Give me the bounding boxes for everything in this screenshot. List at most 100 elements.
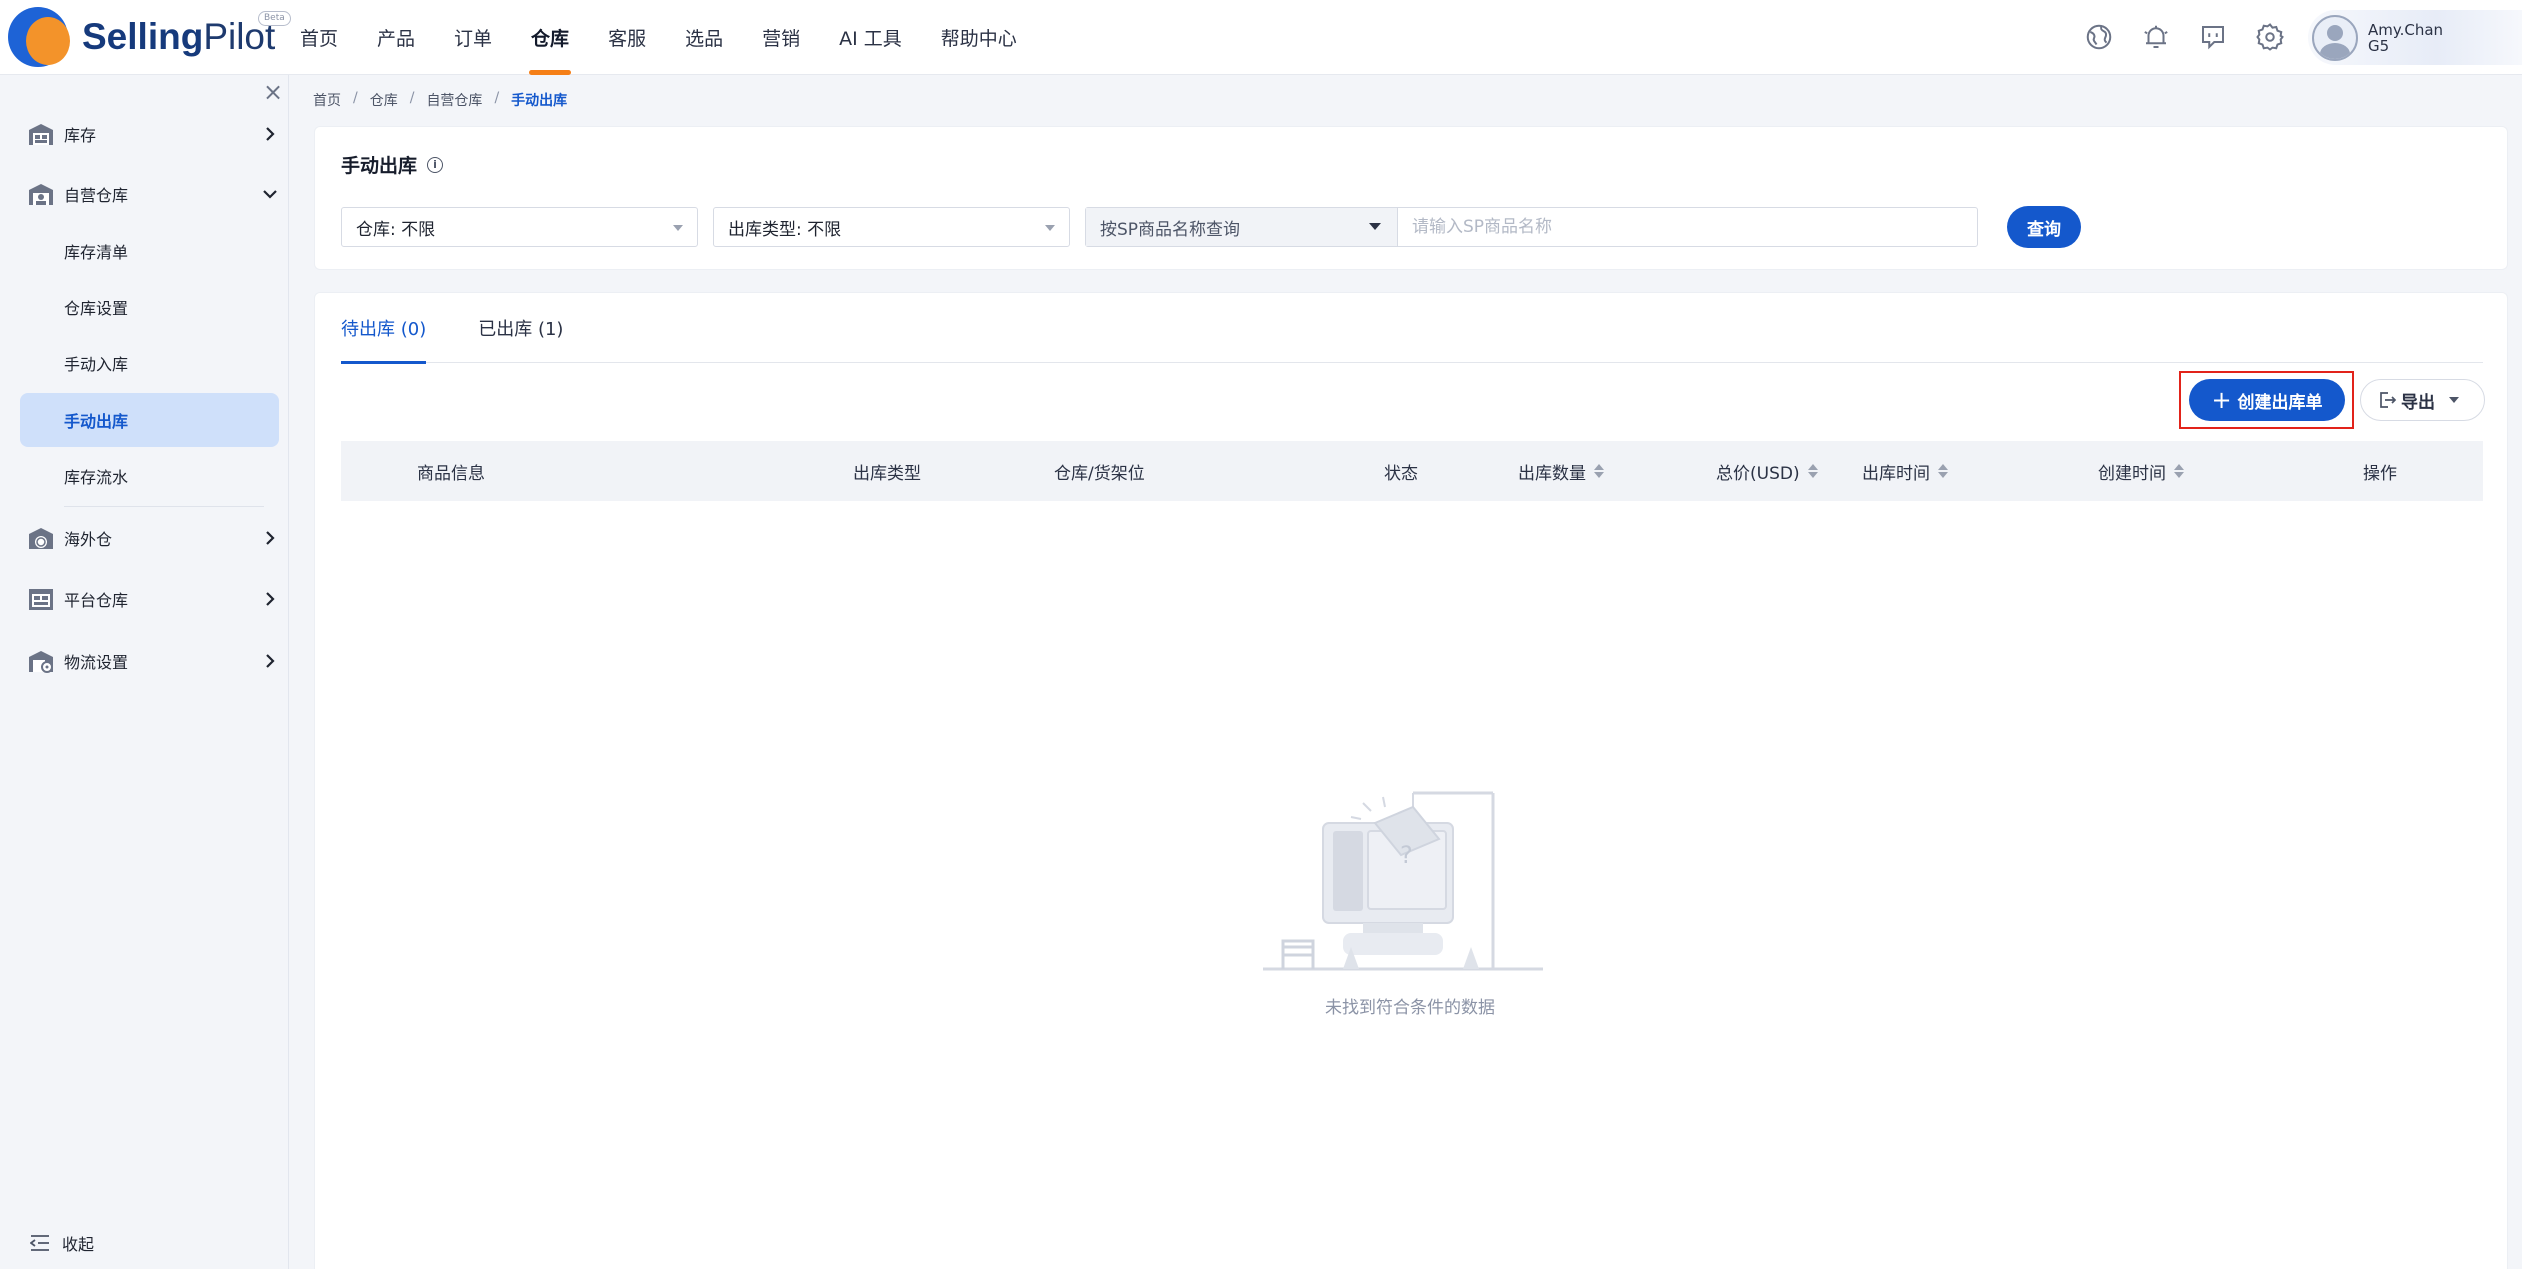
close-icon[interactable]: × [262, 80, 284, 104]
sidebar-group-label: 海外仓 [64, 530, 113, 549]
chevron-right-icon [266, 127, 275, 141]
nav-ai-tools[interactable]: AI 工具 [839, 0, 902, 75]
outbound-type-select[interactable]: 出库类型: 不限 [713, 207, 1070, 247]
caret-down-icon [673, 225, 683, 231]
create-outbound-button[interactable]: + 创建出库单 [2189, 379, 2345, 421]
col-total-price[interactable]: 总价(USD) [1716, 441, 1818, 501]
export-icon [2380, 392, 2397, 408]
sidebar-item-stock-flow[interactable]: 库存流水 [20, 449, 279, 503]
inventory-icon [29, 124, 53, 145]
sidebar-item-manual-outbound[interactable]: 手动出库 [20, 393, 279, 447]
info-icon[interactable]: i [427, 156, 444, 173]
empty-state-text: 未找到符合条件的数据 [1325, 998, 1495, 1018]
col-quantity[interactable]: 出库数量 [1518, 441, 1604, 501]
warehouse-icon [29, 184, 53, 205]
sidebar-collapse-button[interactable]: 收起 [30, 1231, 94, 1255]
sidebar-collapse-label: 收起 [62, 1235, 95, 1254]
status-tabs: 待出库 (0) 已出库 (1) [341, 293, 2483, 364]
breadcrumb-home[interactable]: 首页 [313, 90, 341, 110]
sidebar-group-logistics[interactable]: 物流设置 [0, 635, 289, 687]
search-combo: 按SP商品名称查询 [1085, 207, 1978, 247]
message-icon[interactable] [2194, 18, 2232, 56]
tab-shipped[interactable]: 已出库 (1) [478, 293, 563, 363]
sidebar-item-warehouse-settings[interactable]: 仓库设置 [20, 280, 279, 334]
sidebar-group-self-warehouse[interactable]: 自营仓库 [0, 168, 289, 220]
warehouse-select[interactable]: 仓库: 不限 [341, 207, 698, 247]
breadcrumb-warehouse[interactable]: 仓库 [370, 90, 398, 110]
sidebar-group-label: 自营仓库 [64, 186, 129, 205]
logistics-settings-icon [29, 651, 53, 673]
user-name: Amy.Chan [2368, 20, 2444, 39]
col-outbound-type: 出库类型 [853, 463, 921, 484]
nav-home[interactable]: 首页 [300, 0, 338, 75]
caret-down-icon [2449, 397, 2459, 403]
table-header: 商品信息 出库类型 仓库/货架位 状态 出库数量 总价(USD) 出库时间 创建… [341, 441, 2483, 501]
nav-marketing[interactable]: 营销 [762, 0, 800, 75]
breadcrumb-separator: / [353, 90, 358, 106]
nav-help-center[interactable]: 帮助中心 [941, 0, 1017, 75]
breadcrumb-separator: / [494, 90, 500, 106]
chevron-down-icon [263, 190, 277, 199]
bell-icon[interactable] [2137, 18, 2175, 56]
search-type-select[interactable]: 按SP商品名称查询 [1086, 208, 1398, 246]
beta-badge: Beta [258, 11, 291, 26]
nav-products[interactable]: 产品 [377, 0, 415, 75]
gear-icon[interactable] [2251, 18, 2289, 56]
page-title: 手动出库 i [341, 151, 444, 178]
svg-text:?: ? [1400, 841, 1413, 869]
page-title-text: 手动出库 [341, 155, 418, 177]
search-input[interactable] [1398, 208, 1977, 246]
top-icons [2080, 18, 2308, 56]
platform-warehouse-icon [29, 589, 53, 610]
col-product-info: 商品信息 [417, 463, 485, 484]
sidebar-item-stock-list[interactable]: 库存清单 [20, 224, 279, 278]
logo-mark-icon [8, 7, 74, 67]
sort-icon[interactable] [1807, 464, 1818, 478]
sort-icon[interactable] [2174, 464, 2184, 478]
caret-down-icon [1045, 225, 1055, 231]
sidebar-group-platform[interactable]: 平台仓库 [0, 573, 289, 625]
logo[interactable]: SellingPilot Beta [8, 7, 291, 67]
sidebar-divider [64, 506, 264, 507]
sidebar-group-inventory[interactable]: 库存 [0, 108, 289, 160]
search-type-value: 按SP商品名称查询 [1100, 219, 1241, 240]
globe-icon[interactable] [2080, 18, 2118, 56]
col-created-time[interactable]: 创建时间 [2098, 441, 2184, 501]
breadcrumb-current: 手动出库 [511, 93, 568, 109]
collapse-menu-icon [30, 1235, 49, 1251]
chevron-right-icon [266, 592, 275, 606]
empty-state-illustration: ? [1263, 791, 1543, 971]
col-status: 状态 [1384, 463, 1418, 484]
sort-icon[interactable] [1594, 464, 1604, 478]
breadcrumb-self-warehouse[interactable]: 自营仓库 [426, 90, 482, 110]
logo-text: SellingPilot [82, 16, 276, 57]
query-button[interactable]: 查询 [2007, 206, 2081, 248]
export-button[interactable]: 导出 [2360, 379, 2485, 421]
sidebar: × 库存 自营仓库 库存清单 仓库设置 手动入库 手动出库 库存流水 海外仓 平… [0, 75, 289, 1269]
nav-orders[interactable]: 订单 [454, 0, 492, 75]
user-menu[interactable]: Amy.Chan G5 [2308, 10, 2522, 65]
create-outbound-label: 创建出库单 [2237, 392, 2323, 413]
sort-icon[interactable] [1938, 464, 1948, 478]
col-outbound-time[interactable]: 出库时间 [1862, 441, 1948, 501]
chevron-right-icon [266, 531, 275, 545]
sidebar-group-label: 库存 [64, 126, 97, 145]
export-label: 导出 [2401, 392, 2435, 413]
breadcrumb: 首页 / 仓库 / 自营仓库 / 手动出库 [313, 90, 567, 110]
nav-customer-service[interactable]: 客服 [608, 0, 646, 75]
top-bar: SellingPilot Beta 首页 产品 订单 仓库 客服 选品 营销 A… [0, 0, 2522, 75]
col-actions: 操作 [2363, 463, 2397, 484]
nav-warehouse[interactable]: 仓库 [529, 0, 572, 75]
tab-pending[interactable]: 待出库 (0) [341, 293, 427, 364]
sidebar-group-overseas[interactable]: 海外仓 [0, 512, 289, 564]
plus-icon: + [2211, 386, 2232, 414]
main-nav: 首页 产品 订单 仓库 客服 选品 营销 AI 工具 帮助中心 [300, 0, 1056, 75]
caret-down-icon [1369, 223, 1381, 230]
sidebar-item-manual-inbound[interactable]: 手动入库 [20, 336, 279, 390]
overseas-warehouse-icon [29, 528, 53, 549]
breadcrumb-separator: / [409, 90, 415, 106]
nav-selection[interactable]: 选品 [685, 0, 723, 75]
user-level: G5 [2368, 36, 2390, 55]
avatar [2312, 14, 2358, 61]
outbound-type-select-value: 出库类型: 不限 [728, 219, 842, 240]
